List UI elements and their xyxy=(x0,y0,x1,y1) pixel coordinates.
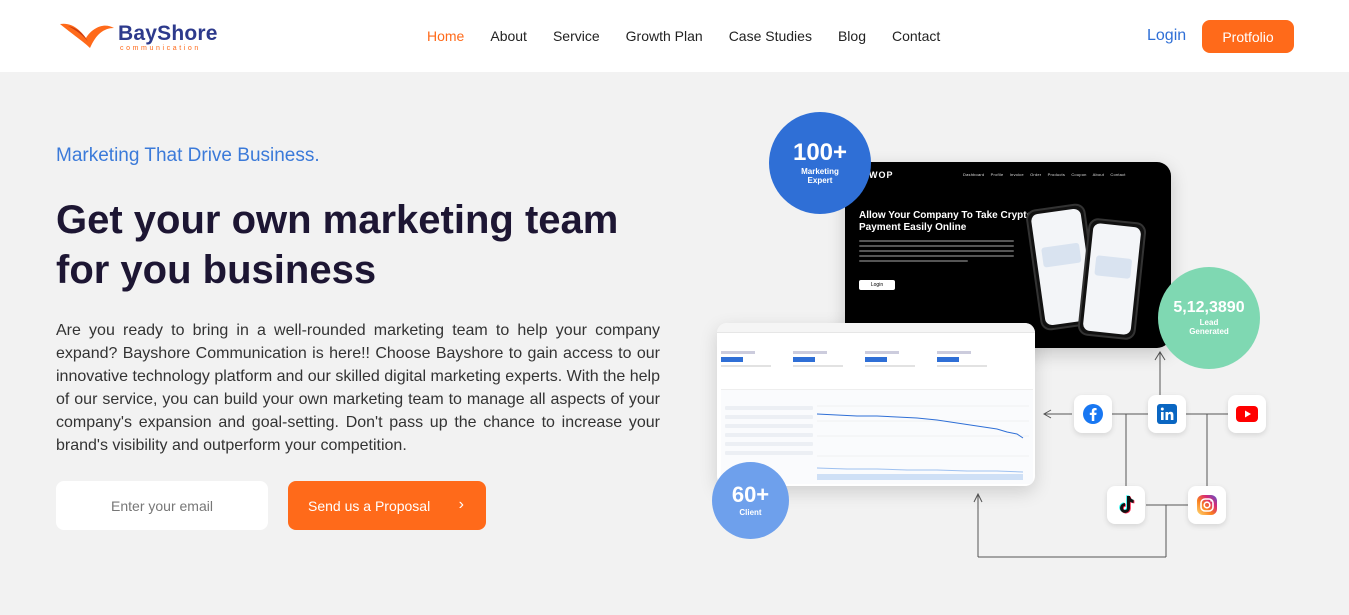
marketing-expert-stat: 100+ Marketing Expert xyxy=(769,112,871,214)
send-proposal-button[interactable]: Send us a Proposal › xyxy=(288,481,486,530)
facebook-icon xyxy=(1083,404,1103,424)
marketing-expert-value: 100+ xyxy=(792,139,848,166)
nav-item-about[interactable]: About xyxy=(490,28,527,44)
preview-copy xyxy=(859,240,1014,270)
main-nav: Home About Service Growth Plan Case Stud… xyxy=(427,28,966,44)
lead-generated-stat: 5,12,3890 Lead Generated xyxy=(1158,267,1260,369)
hero-headline: Get your own marketing team for you busi… xyxy=(56,198,619,292)
lead-generated-value: 5,12,3890 xyxy=(1173,299,1245,316)
nav-item-home[interactable]: Home xyxy=(427,28,464,44)
nav-item-blog[interactable]: Blog xyxy=(838,28,866,44)
email-input[interactable] xyxy=(56,481,268,530)
preview-login-button: Login xyxy=(859,280,895,290)
linkedin-icon xyxy=(1157,404,1177,424)
portfolio-button[interactable]: Protfolio xyxy=(1202,20,1294,53)
nav-item-contact[interactable]: Contact xyxy=(892,28,940,44)
hero-description: Are you ready to bring in a well-rounded… xyxy=(56,322,660,454)
tiktok-icon xyxy=(1119,495,1135,514)
nav-item-growth-plan[interactable]: Growth Plan xyxy=(626,28,703,44)
chevron-right-icon: › xyxy=(458,496,464,513)
traffic-line-chart xyxy=(817,405,1029,480)
tiktok-link[interactable] xyxy=(1107,486,1145,524)
dashboard-metric-cards xyxy=(721,351,1033,385)
bird-logo-icon xyxy=(60,23,114,48)
nav-item-service[interactable]: Service xyxy=(553,28,600,44)
brand-subtitle: communication xyxy=(120,45,201,52)
preview-title: Allow Your Company To Take Crypto Paymen… xyxy=(859,210,1033,233)
crypto-app-preview: WOP Dashboard Profile Invoice Order Prod… xyxy=(845,162,1171,348)
facebook-link[interactable] xyxy=(1074,395,1112,433)
youtube-link[interactable] xyxy=(1228,395,1266,433)
dashboard-table xyxy=(725,406,813,460)
brand-name: BayShore xyxy=(118,22,218,45)
preview-nav: Dashboard Profile Invoice Order Products… xyxy=(963,172,1126,177)
client-label: Client xyxy=(739,508,762,517)
brand-logo[interactable]: BayShore communication xyxy=(58,18,228,56)
login-link[interactable]: Login xyxy=(1147,27,1186,45)
phone-mockup xyxy=(1076,217,1148,341)
youtube-icon xyxy=(1236,406,1258,422)
preview-topbar: WOP Dashboard Profile Invoice Order Prod… xyxy=(845,162,1171,188)
marketing-expert-label: Marketing Expert xyxy=(801,167,839,185)
hero-tagline: Marketing That Drive Business. xyxy=(56,145,320,166)
preview-brand: WOP xyxy=(869,170,894,180)
dashboard-topbar xyxy=(717,323,1035,333)
client-value: 60+ xyxy=(731,482,770,507)
send-proposal-label: Send us a Proposal xyxy=(308,497,431,514)
analytics-dashboard-preview xyxy=(717,323,1035,486)
client-stat: 60+ Client xyxy=(712,462,789,539)
site-header: BayShore communication Home About Servic… xyxy=(0,0,1349,72)
instagram-icon xyxy=(1197,495,1217,515)
linkedin-link[interactable] xyxy=(1148,395,1186,433)
nav-item-case-studies[interactable]: Case Studies xyxy=(729,28,812,44)
lead-generated-label: Lead Generated xyxy=(1189,318,1229,336)
instagram-link[interactable] xyxy=(1188,486,1226,524)
